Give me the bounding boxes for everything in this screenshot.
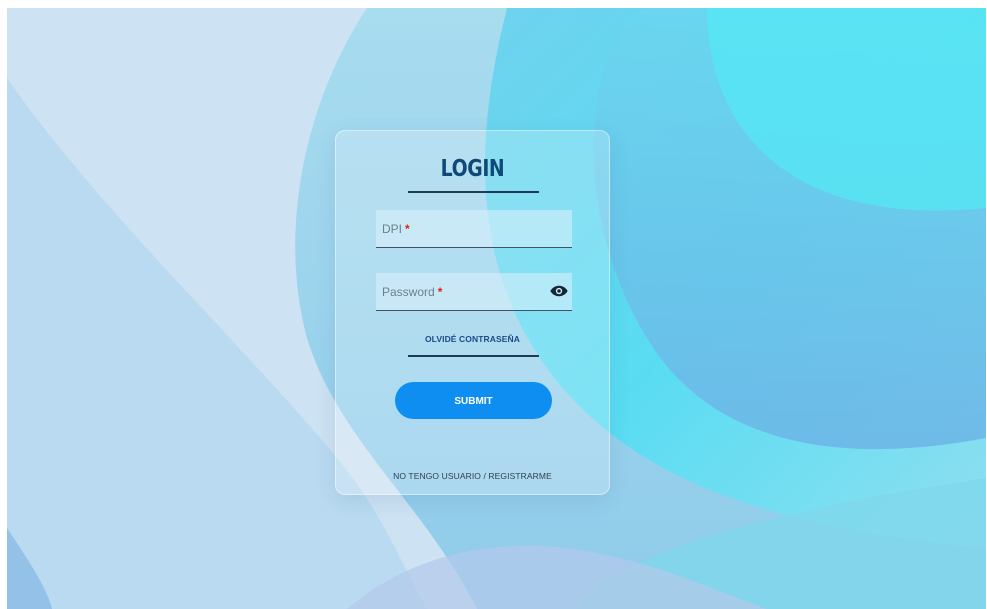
dpi-input[interactable]: DPI *: [376, 210, 572, 248]
required-mark: *: [437, 285, 443, 299]
dpi-label: DPI *: [382, 222, 410, 236]
forgot-underline: [408, 355, 539, 357]
register-link[interactable]: NO TENGO USUARIO / REGISTRARME: [336, 471, 609, 481]
page-title: LOGIN: [440, 156, 505, 182]
login-card: LOGIN DPI * Password * OLVIDÉ CONTRASEÑA S…: [335, 130, 610, 495]
required-mark: *: [405, 222, 410, 236]
password-input[interactable]: Password *: [376, 273, 572, 311]
forgot-password-link[interactable]: OLVIDÉ CONTRASEÑA: [336, 334, 609, 344]
submit-button[interactable]: SUBMIT: [395, 382, 552, 419]
eye-icon[interactable]: [550, 284, 568, 298]
login-page: LOGIN DPI * Password * OLVIDÉ CONTRASEÑA S…: [7, 8, 986, 609]
password-label: Password *: [382, 285, 443, 299]
title-underline: [408, 191, 539, 193]
